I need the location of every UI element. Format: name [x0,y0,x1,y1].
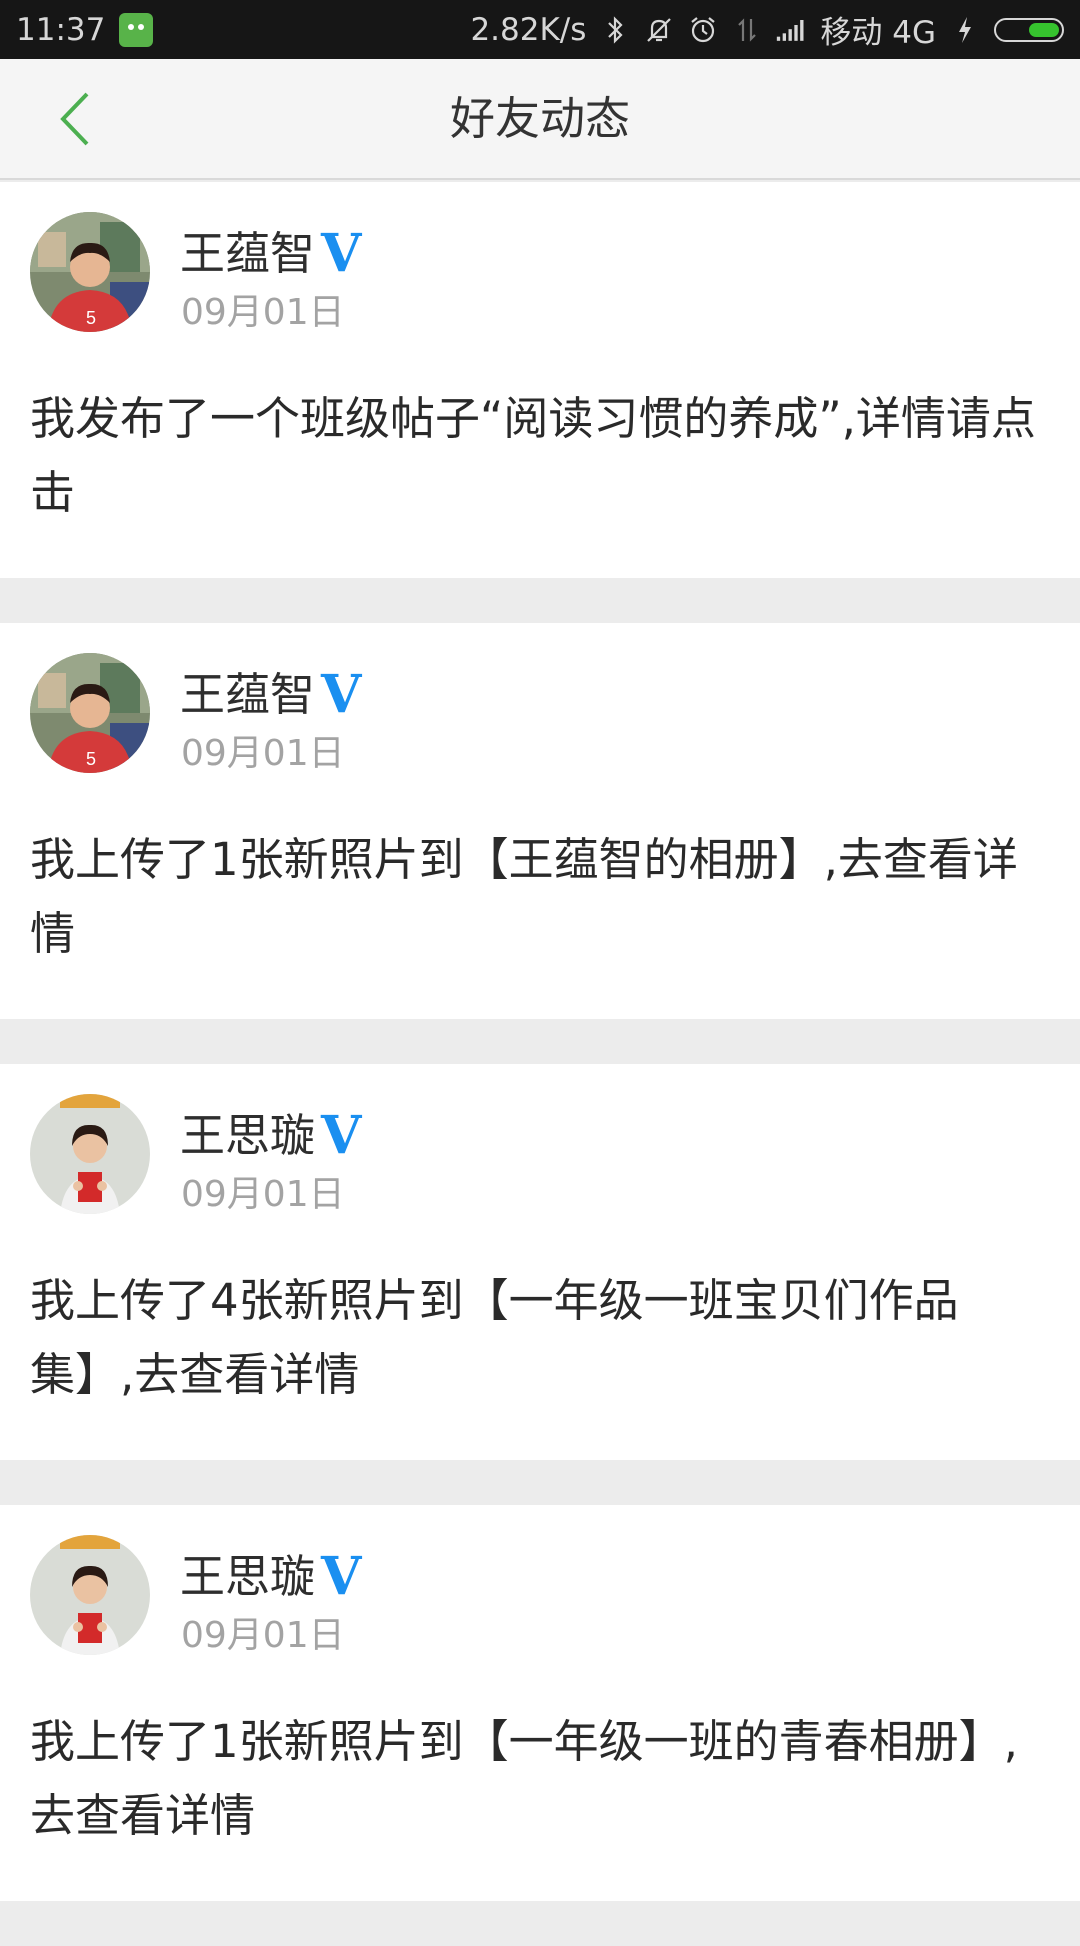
status-right: 2.82K/s 移动 4G [470,7,1064,52]
feed-item: 王思璇 V 09月01日 我上传了1张新照片到【一年级一班的青春相册】,去查看详… [0,1505,1080,1901]
alarm-icon [688,15,718,45]
title-bar: 好友动态 [0,59,1080,180]
user-name-row: 王蕴智 V [180,224,361,284]
network-speed: 2.82K/s [470,11,587,48]
post-date: 09月01日 [181,1174,345,1215]
silent-icon [644,15,674,45]
avatar[interactable] [30,1094,150,1214]
battery-level [1029,22,1059,37]
post-content[interactable]: 我上传了1张新照片到【一年级一班的青春相册】,去查看详情 [30,1705,1042,1853]
user-name[interactable]: 王思璇 [180,1106,315,1166]
post-date: 09月01日 [181,292,345,333]
post-content[interactable]: 我发布了一个班级帖子“阅读习惯的养成”,详情请点击 [30,382,1042,530]
verified-badge-icon: V [321,223,362,284]
post-date: 09月01日 [181,1615,345,1656]
carrier-label: 移动 4G [820,15,936,51]
verified-badge-icon: V [321,664,362,725]
user-name-row: 王思璇 V [180,1547,361,1607]
verified-badge-icon: V [321,1546,362,1607]
avatar[interactable]: 5 [30,653,150,773]
feed-item: 5 王蕴智 V 09月01日 我上传了1张新照片到【王蕴智的相册】,去查看详情 [0,623,1080,1019]
battery-icon [994,17,1064,42]
app-notification-icon [119,12,154,47]
avatar[interactable]: 5 [30,212,150,332]
avatar[interactable] [30,1535,150,1655]
friend-activity-feed: 5 王蕴智 V 09月01日 我发布了一个班级帖子“阅读习惯的养成”,详情请点击… [0,182,1080,1946]
post-content[interactable]: 我上传了1张新照片到【王蕴智的相册】,去查看详情 [30,823,1042,971]
svg-text:5: 5 [86,308,96,328]
user-name-row: 王思璇 V [180,1106,361,1166]
data-transfer-icon [732,15,762,45]
page-title: 好友动态 [449,92,630,145]
feed-item: 王思璇 V 09月01日 我上传了4张新照片到【一年级一班宝贝们作品集】,去查看… [0,1064,1080,1460]
user-name[interactable]: 王蕴智 [180,665,315,725]
feed-item: 5 王蕴智 V 09月01日 我发布了一个班级帖子“阅读习惯的养成”,详情请点击 [0,182,1080,578]
status-left: 11:37 [16,11,154,48]
charging-icon [950,15,980,45]
post-content[interactable]: 我上传了4张新照片到【一年级一班宝贝们作品集】,去查看详情 [30,1264,1042,1412]
verified-badge-icon: V [321,1105,362,1166]
status-time: 11:37 [16,11,106,48]
post-date: 09月01日 [181,733,345,774]
user-name[interactable]: 王思璇 [180,1547,315,1607]
signal-icon [776,15,806,45]
bluetooth-icon [600,15,630,45]
user-name-row: 王蕴智 V [180,665,361,725]
user-name[interactable]: 王蕴智 [180,224,315,284]
svg-text:5: 5 [86,749,96,769]
status-bar: 11:37 2.82K/s 移动 4G [0,0,1080,59]
